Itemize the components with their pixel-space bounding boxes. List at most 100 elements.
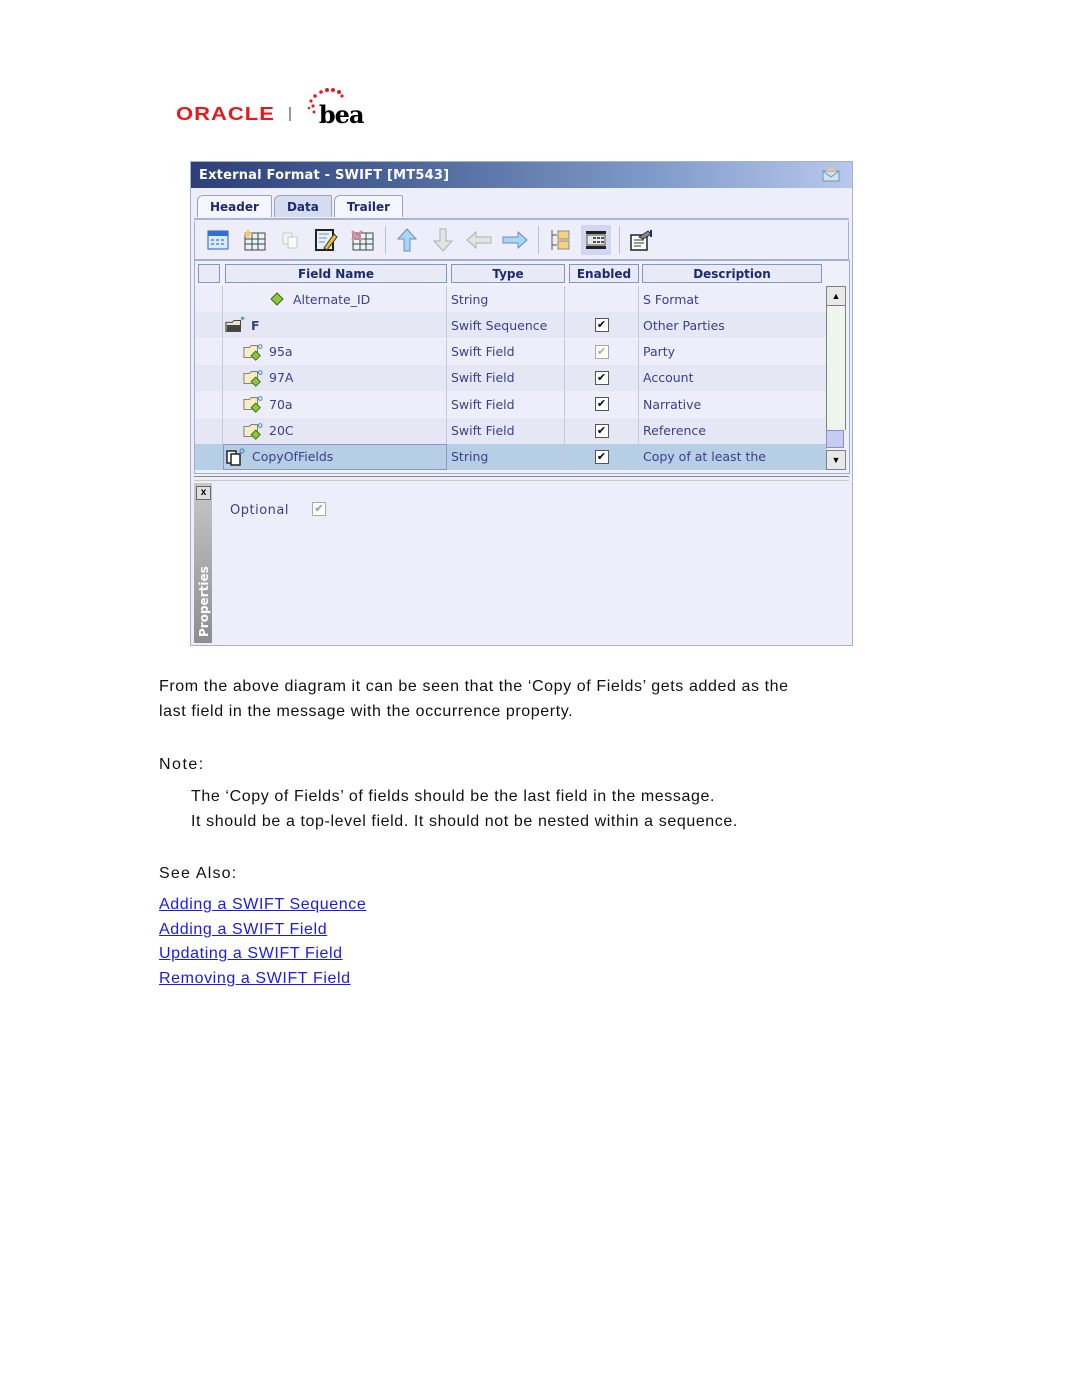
row-selector[interactable] [195, 312, 223, 339]
enabled-checkbox[interactable]: ✔ [594, 370, 609, 385]
description-cell[interactable]: Reference [639, 418, 827, 444]
table-row[interactable]: 97A Swift Field ✔ Account [195, 364, 827, 391]
scroll-thumb[interactable] [826, 430, 844, 448]
field-name: F [251, 317, 260, 333]
tab-header-label: Header [210, 199, 259, 214]
description-cell[interactable]: Narrative [639, 391, 827, 417]
enabled-cell[interactable]: ✔ [565, 312, 639, 339]
column-header-type[interactable]: Type [451, 264, 565, 283]
settings-button[interactable] [626, 225, 656, 255]
enabled-cell[interactable]: ✔ [565, 417, 639, 444]
copy-icon [282, 232, 298, 249]
grid-view-icon [586, 231, 606, 249]
type-cell[interactable]: Swift Sequence [447, 312, 565, 339]
enabled-checkbox[interactable]: ✔ [594, 318, 609, 333]
type-cell[interactable]: Swift Field [447, 391, 565, 418]
type-cell[interactable]: Swift Field [447, 417, 565, 444]
delete-row-icon [351, 230, 374, 251]
settings-icon [630, 230, 652, 251]
tab-data-label: Data [286, 199, 319, 214]
row-selector[interactable] [195, 443, 223, 470]
type-cell[interactable]: String [447, 443, 565, 470]
field-name-cell[interactable]: 97A [223, 364, 447, 391]
description-cell[interactable]: Copy of at least the [639, 444, 827, 470]
tab-trailer[interactable]: Trailer [333, 195, 404, 217]
description-cell[interactable]: S Format [639, 286, 827, 312]
splitter[interactable] [194, 476, 849, 481]
field-name-cell[interactable]: 20C [223, 417, 447, 444]
enabled-checkbox[interactable]: ✔ [594, 397, 609, 412]
type-cell[interactable]: Swift Field [447, 338, 565, 365]
scroll-up-button[interactable]: ▲ [826, 286, 846, 306]
enabled-checkbox[interactable]: ✔ [594, 344, 609, 359]
link-adding-swift-sequence[interactable]: Adding a SWIFT Sequence [159, 896, 366, 913]
move-left-button[interactable] [464, 225, 494, 255]
row-selector[interactable] [195, 417, 223, 444]
note-heading: Note: [159, 756, 205, 773]
row-selector[interactable] [195, 338, 223, 365]
toolbar-separator [385, 226, 386, 254]
properties-panel: x Properties Optional ✔ [194, 483, 850, 643]
enabled-cell[interactable] [565, 286, 639, 312]
enabled-cell[interactable]: ✔ [565, 391, 639, 418]
edit-button[interactable] [311, 225, 341, 255]
optional-checkbox[interactable]: ✔ [312, 502, 326, 516]
link-updating-swift-field[interactable]: Updating a SWIFT Field [159, 945, 343, 962]
envelope-icon[interactable] [822, 166, 840, 182]
description-cell[interactable]: Other Parties [639, 312, 827, 338]
type-cell[interactable]: Swift Field [447, 364, 565, 391]
move-right-button[interactable] [500, 225, 530, 255]
link-removing-swift-field[interactable]: Removing a SWIFT Field [159, 970, 351, 987]
note-line-1: The ‘Copy of Fields’ of fields should be… [191, 788, 716, 805]
add-row-button[interactable] [239, 225, 269, 255]
column-header-enabled[interactable]: Enabled [569, 264, 639, 283]
row-selector[interactable] [195, 391, 223, 418]
tab-data[interactable]: Data [273, 195, 332, 217]
field-name-cell[interactable]: 70a [223, 391, 447, 418]
delete-row-button[interactable] [347, 225, 377, 255]
field-name-cell[interactable]: Alternate_ID [223, 286, 447, 312]
arrow-down-icon: ▼ [831, 455, 841, 465]
scroll-track[interactable] [826, 306, 846, 430]
vertical-scrollbar[interactable]: ▲ ▼ [826, 286, 846, 470]
close-properties-button[interactable]: x [196, 486, 211, 500]
move-up-button[interactable] [392, 225, 422, 255]
field-name: 95a [269, 344, 293, 360]
description-cell[interactable]: Account [639, 365, 827, 391]
grid-view-button[interactable] [581, 225, 611, 255]
move-down-button[interactable] [428, 225, 458, 255]
row-selector[interactable] [195, 364, 223, 391]
table-row[interactable]: 70a Swift Field ✔ Narrative [195, 391, 827, 418]
copy-button[interactable] [275, 225, 305, 255]
table-row[interactable]: * F Swift Sequence ✔ Other Parties [195, 312, 827, 339]
row-selector[interactable] [195, 286, 223, 312]
tree-view-icon [551, 230, 570, 250]
table-row[interactable]: 95a Swift Field ✔ Party [195, 338, 827, 365]
properties-button[interactable] [203, 225, 233, 255]
enabled-cell[interactable]: ✔ [565, 338, 639, 365]
tree-view-button[interactable] [545, 225, 575, 255]
type-cell[interactable]: String [447, 286, 565, 312]
link-adding-swift-field[interactable]: Adding a SWIFT Field [159, 921, 327, 938]
enabled-checkbox[interactable]: ✔ [594, 449, 609, 464]
enabled-cell[interactable]: ✔ [565, 364, 639, 391]
scroll-down-button[interactable]: ▼ [826, 450, 846, 470]
table-row[interactable]: CopyOfFields String ✔ Copy of at least the [195, 443, 827, 470]
table-row[interactable]: Alternate_ID String S Format [195, 286, 827, 312]
enabled-cell[interactable]: ✔ [565, 443, 639, 470]
table-row[interactable]: 20C Swift Field ✔ Reference [195, 417, 827, 444]
external-format-window: External Format - SWIFT [MT543] Header D… [190, 161, 853, 646]
field-name-cell[interactable]: CopyOfFields [223, 443, 447, 470]
column-header-field-name[interactable]: Field Name [225, 264, 447, 283]
see-also-links: Adding a SWIFT Sequence Adding a SWIFT F… [159, 893, 366, 991]
field-name-cell[interactable]: 95a [223, 338, 447, 365]
move-down-icon [433, 228, 453, 252]
tab-header[interactable]: Header [197, 195, 272, 217]
field-name-cell[interactable]: * F [223, 312, 447, 339]
description-cell[interactable]: Party [639, 339, 827, 365]
column-header-description[interactable]: Description [642, 264, 822, 283]
enabled-checkbox[interactable]: ✔ [594, 423, 609, 438]
bea-swirl-icon [307, 87, 344, 113]
explanation-paragraph: From the above diagram it can be seen th… [159, 674, 789, 724]
field-name: 97A [269, 370, 294, 386]
